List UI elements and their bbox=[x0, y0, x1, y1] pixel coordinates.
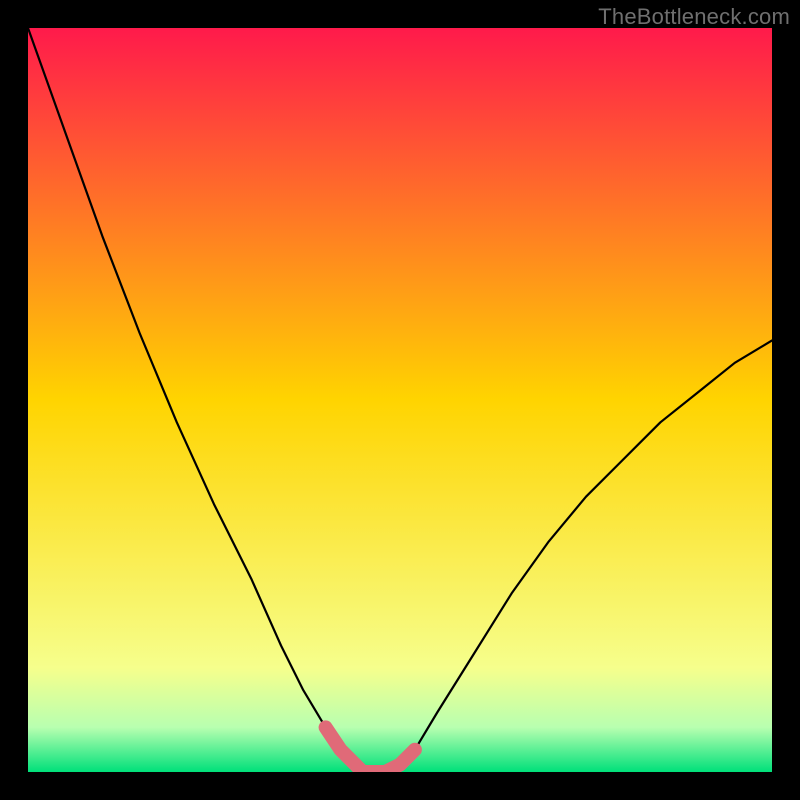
chart-frame: TheBottleneck.com bbox=[0, 0, 800, 800]
bottleneck-curve-chart bbox=[28, 28, 772, 772]
watermark-text: TheBottleneck.com bbox=[598, 4, 790, 30]
plot-area bbox=[28, 28, 772, 772]
gradient-background bbox=[28, 28, 772, 772]
